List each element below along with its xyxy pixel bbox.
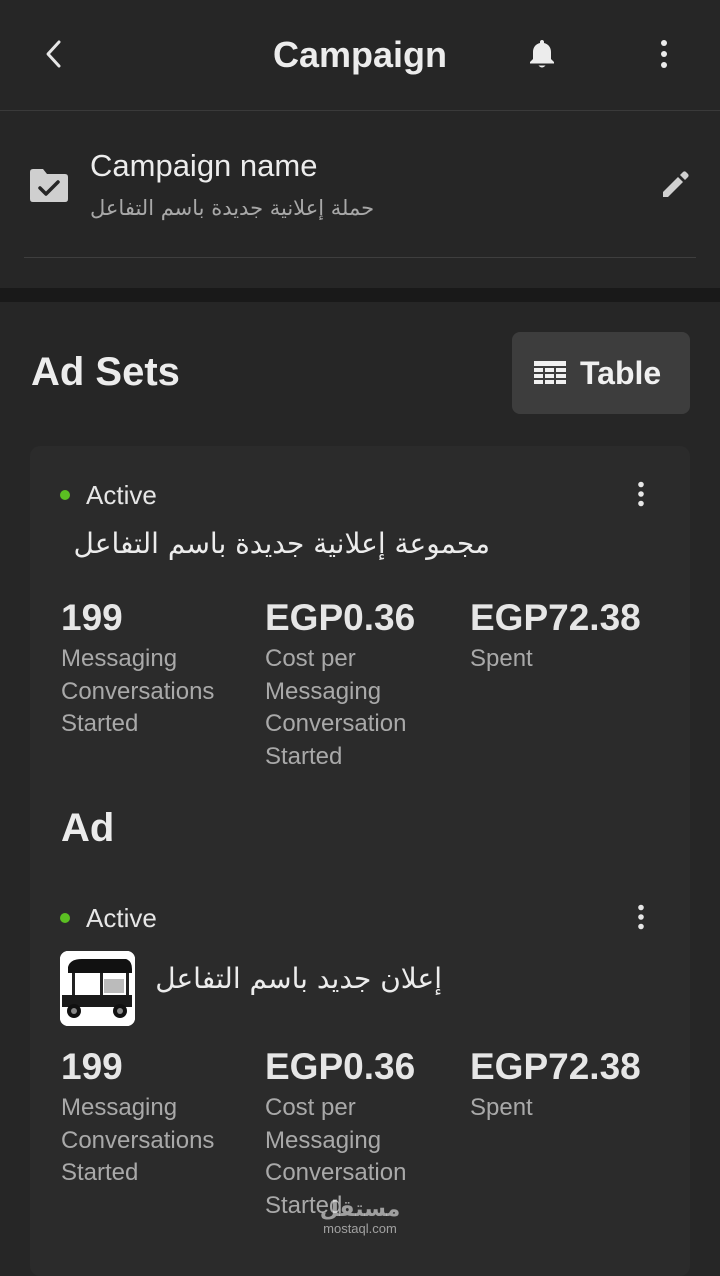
section-separator <box>0 288 720 302</box>
metric-value: EGP72.38 <box>470 597 641 638</box>
more-vertical-icon <box>638 904 644 930</box>
campaign-name-label: Campaign name <box>90 148 318 183</box>
more-options-button[interactable] <box>640 30 688 78</box>
campaign-name-value: حملة إعلانية جديدة باسم التفاعل <box>90 196 375 220</box>
table-view-button[interactable]: Table <box>512 332 690 414</box>
more-vertical-icon <box>661 40 667 68</box>
pencil-icon <box>663 171 689 197</box>
watermark-arabic: مستقل <box>319 1197 401 1222</box>
status-dot <box>60 913 70 923</box>
status-dot <box>60 490 70 500</box>
metric-value: EGP0.36 <box>265 1046 416 1087</box>
metric-label: Spent <box>470 645 533 672</box>
folder-check-icon <box>30 169 68 202</box>
divider <box>24 257 696 258</box>
ad-status: Active <box>86 903 157 933</box>
ad-name: إعلان جديد باسم التفاعل <box>155 962 442 995</box>
more-vertical-icon <box>638 481 644 507</box>
ad-set-more-button[interactable] <box>621 474 661 514</box>
metric-value: EGP0.36 <box>265 597 416 638</box>
ad-more-button[interactable] <box>621 897 661 937</box>
watermark: مستقل mostaql.com <box>312 1198 408 1242</box>
metric-label: Messaging Conversations Started <box>61 645 215 737</box>
table-view-label: Table <box>580 354 662 391</box>
table-icon <box>534 361 566 384</box>
metric-label: Spent <box>470 1094 533 1121</box>
ad-thumbnail[interactable] <box>60 951 135 1026</box>
ad-set-name: مجموعة إعلانية جديدة باسم التفاعل <box>73 527 490 560</box>
ad-sets-heading: Ad Sets <box>31 350 180 394</box>
metric-label: Messaging Conversations Started <box>61 1094 215 1186</box>
tuk-tuk-image <box>60 951 135 1026</box>
ad-heading: Ad <box>61 806 115 850</box>
watermark-latin: mostaql.com <box>323 1221 397 1236</box>
metric-value: 199 <box>61 597 123 638</box>
page-title: Campaign <box>272 34 448 75</box>
ad-set-status: Active <box>86 480 157 510</box>
metric-value: 199 <box>61 1046 123 1087</box>
metric-value: EGP72.38 <box>470 1046 641 1087</box>
bell-icon <box>530 40 554 68</box>
edit-campaign-name-button[interactable] <box>650 160 700 210</box>
notifications-button[interactable] <box>518 30 566 78</box>
metric-label: Cost per Messaging Conversation Started <box>265 645 407 770</box>
